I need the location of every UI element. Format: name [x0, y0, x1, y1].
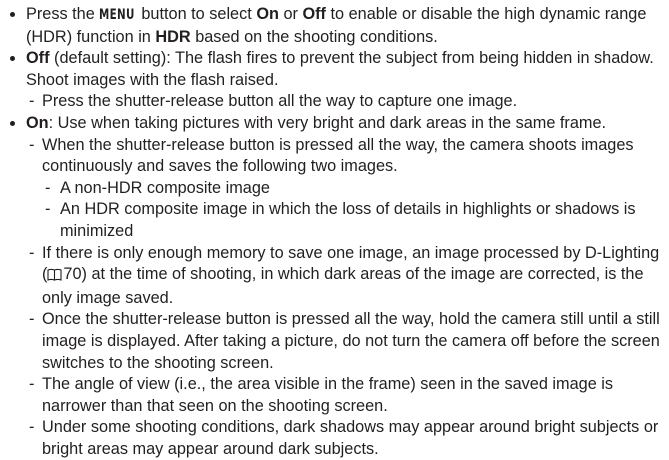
- sub-sub-item: - An HDR composite image in which the los…: [45, 200, 636, 240]
- page-reference[interactable]: 70: [63, 265, 81, 283]
- term-off: Off: [26, 49, 50, 68]
- book-reference-icon: [47, 266, 62, 288]
- list-item-on: On: Use when taking pictures with very b…: [8, 113, 663, 460]
- off-description: (default setting): The flash fires to pr…: [26, 49, 654, 89]
- saved-images-list: -A non-HDR composite image - An HDR compo…: [42, 178, 663, 243]
- sub-item: - Once the shutter-release button is pres…: [29, 310, 660, 372]
- sub-item: - The angle of view (i.e., the area visib…: [29, 375, 614, 415]
- term-on: On: [26, 113, 49, 132]
- sub-sub-item: -A non-HDR composite image: [45, 178, 270, 197]
- list-item-off: Off (default setting): The flash fires t…: [8, 48, 663, 113]
- settings-list: Press the MENU button to select On or Of…: [8, 4, 663, 460]
- option-on: On: [256, 5, 279, 23]
- list-item-menu-instruction: Press the MENU button to select On or Of…: [8, 4, 663, 48]
- sub-item: - If there is only enough memory to save …: [29, 243, 660, 307]
- bullet-icon: [10, 12, 15, 17]
- sub-item: - Under some shooting conditions, dark sh…: [29, 418, 659, 458]
- bullet-icon: [10, 56, 15, 62]
- on-sub-list: - When the shutter-release button is pres…: [26, 135, 663, 460]
- off-sub-list: - Press the shutter-release button all th…: [26, 91, 663, 113]
- hdr-label: HDR: [155, 27, 191, 46]
- on-description: : Use when taking pictures with very bri…: [48, 113, 607, 132]
- option-off: Off: [302, 5, 326, 23]
- sub-item: - When the shutter-release button is pres…: [26, 135, 663, 243]
- sub-item: - Press the shutter-release button all th…: [29, 92, 518, 111]
- manual-page: Press the MENU button to select On or Of…: [0, 0, 669, 458]
- bullet-icon: [10, 120, 15, 126]
- menu-button-label: MENU: [99, 7, 135, 23]
